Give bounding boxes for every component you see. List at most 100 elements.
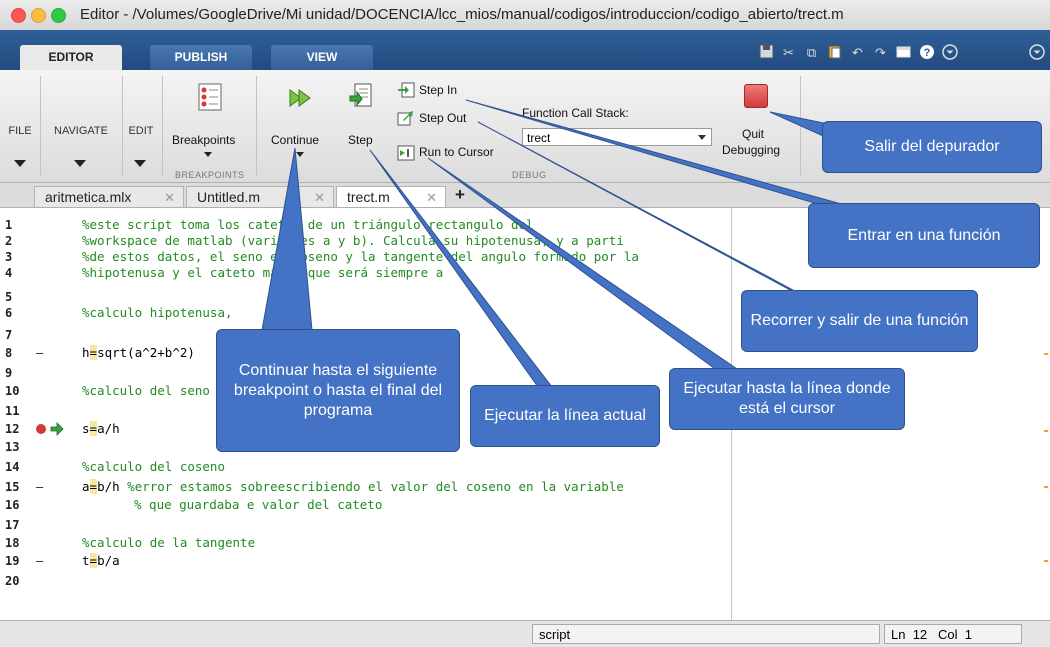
chevron-down-icon — [698, 135, 706, 140]
code-line-2[interactable]: %workspace de matlab (variables a y b). … — [82, 233, 624, 248]
analyzer-marker[interactable] — [1044, 486, 1048, 488]
line-number: 15 — [5, 480, 20, 494]
ribbon-separator — [162, 76, 163, 176]
step-out-button[interactable]: Step Out — [419, 111, 466, 125]
minimize-window-button[interactable] — [31, 8, 46, 23]
editor-tab-label: trect.m — [347, 189, 390, 205]
save-icon[interactable] — [758, 44, 775, 61]
code-line-3[interactable]: %de estos datos, el seno el coseno y la … — [82, 249, 639, 264]
code-line-18[interactable]: %calculo de la tangente — [82, 535, 255, 550]
maximize-window-button[interactable] — [51, 8, 66, 23]
line-number: 4 — [5, 266, 13, 280]
run-to-cursor-callout: Ejecutar hasta la línea donde está el cu… — [669, 368, 905, 430]
breakpoints-button[interactable]: Breakpoints — [172, 133, 235, 147]
breakpoints-icon[interactable] — [197, 82, 223, 117]
code-token: h — [82, 345, 90, 360]
minimize-toolstrip-icon[interactable] — [1028, 44, 1045, 61]
line-number: 11 — [5, 404, 20, 418]
breakpoint-icon[interactable] — [36, 424, 46, 434]
step-out-icon[interactable] — [397, 110, 415, 131]
line-number: 2 — [5, 234, 13, 248]
code-token: sqrt(a^2+b^2) — [97, 345, 195, 360]
code-token: = — [89, 421, 98, 436]
tab-publish[interactable]: PUBLISH — [150, 45, 252, 70]
function-call-stack-select[interactable]: trect — [522, 128, 712, 146]
executable-line-marker[interactable]: – — [36, 480, 43, 494]
copy-icon[interactable]: ⧉ — [803, 44, 820, 61]
switch-windows-icon[interactable] — [895, 44, 912, 61]
step-in-button[interactable]: Step In — [419, 83, 457, 97]
line-number: 12 — [5, 422, 20, 436]
line-number: 19 — [5, 554, 20, 568]
editor-tab-aritmetica[interactable]: aritmetica.mlx ✕ — [34, 186, 184, 207]
status-bar: script Ln 12 Col 1 — [0, 620, 1050, 647]
code-line-16[interactable]: % que guardaba e valor del cateto — [134, 497, 382, 512]
code-token: b/a — [97, 553, 120, 568]
close-icon[interactable]: ✕ — [426, 187, 437, 208]
code-token: b/h — [97, 479, 128, 494]
analyzer-marker[interactable] — [1044, 430, 1048, 432]
step-in-icon[interactable] — [397, 82, 415, 103]
tab-editor[interactable]: EDITOR — [20, 45, 122, 70]
code-line-19[interactable]: t=b/a — [82, 553, 120, 568]
redo-icon[interactable]: ↷ — [872, 44, 889, 61]
code-line-6[interactable]: %calculo hipotenusa, — [82, 305, 233, 320]
step-icon[interactable] — [349, 83, 373, 114]
code-token: s — [82, 421, 90, 436]
quit-debugging-icon[interactable] — [744, 84, 768, 108]
undo-icon[interactable]: ↶ — [849, 44, 866, 61]
run-to-cursor-button[interactable]: Run to Cursor — [419, 145, 494, 159]
continue-button[interactable]: Continue — [271, 133, 319, 147]
code-line-15[interactable]: a=b/h %error estamos sobreescribiendo el… — [82, 479, 624, 494]
editor-tab-untitled[interactable]: Untitled.m ✕ — [186, 186, 334, 207]
continue-icon[interactable] — [289, 88, 313, 113]
tab-view[interactable]: VIEW — [271, 45, 373, 70]
editor-tab-label: aritmetica.mlx — [45, 189, 132, 205]
function-call-stack-value: trect — [527, 131, 551, 145]
edit-menu-button[interactable] — [134, 160, 146, 167]
code-line-8[interactable]: h=sqrt(a^2+b^2) — [82, 345, 195, 360]
breakpoints-dropdown-icon[interactable] — [204, 152, 212, 157]
analyzer-marker[interactable] — [1044, 353, 1048, 355]
cut-icon[interactable]: ✂ — [780, 44, 797, 61]
run-to-cursor-icon[interactable] — [397, 145, 415, 166]
current-line-arrow-icon — [50, 422, 64, 441]
toolstrip-tabs: EDITOR PUBLISH VIEW ✂ ⧉ ↶ ↷ ? — [0, 30, 1050, 70]
status-mode: script — [532, 624, 880, 644]
navigate-group-label: NAVIGATE — [54, 125, 108, 137]
new-tab-button[interactable]: + — [455, 185, 465, 205]
code-line-10[interactable]: %calculo del seno — [82, 383, 210, 398]
title-bar: Editor - /Volumes/GoogleDrive/Mi unidad/… — [0, 0, 1050, 31]
navigate-menu-button[interactable] — [74, 160, 86, 167]
toolstrip-options-icon[interactable] — [941, 44, 958, 61]
step-button[interactable]: Step — [348, 133, 373, 147]
line-number: 3 — [5, 250, 13, 264]
executable-line-marker[interactable]: – — [36, 346, 43, 360]
code-line-14[interactable]: %calculo del coseno — [82, 459, 225, 474]
help-icon[interactable]: ? — [918, 44, 935, 61]
close-icon[interactable]: ✕ — [314, 187, 325, 208]
editor-tab-label: Untitled.m — [197, 189, 261, 205]
close-window-button[interactable] — [11, 8, 26, 23]
analyzer-marker[interactable] — [1044, 560, 1048, 562]
quit-callout: Salir del depurador — [822, 121, 1042, 173]
line-number: 10 — [5, 384, 20, 398]
code-line-4[interactable]: %hipotenusa y el cateto mayor que será s… — [82, 265, 443, 280]
executable-line-marker[interactable]: – — [36, 554, 43, 568]
code-token: a — [82, 479, 90, 494]
line-number: 20 — [5, 574, 20, 588]
quit-label-line2[interactable]: Debugging — [722, 143, 780, 157]
close-icon[interactable]: ✕ — [164, 187, 175, 208]
quit-label-line1[interactable]: Quit — [742, 127, 764, 141]
continue-dropdown-icon[interactable] — [296, 152, 304, 157]
line-number: 18 — [5, 536, 20, 550]
ribbon-separator — [122, 76, 123, 176]
editor-tab-trect[interactable]: trect.m ✕ — [336, 186, 446, 207]
file-menu-button[interactable] — [14, 160, 26, 167]
code-line-12[interactable]: s=a/h — [82, 421, 120, 436]
step-in-callout: Entrar en una función — [808, 203, 1040, 268]
line-number: 7 — [5, 328, 13, 342]
line-number: 8 — [5, 346, 13, 360]
paste-icon[interactable] — [826, 44, 843, 61]
code-line-1[interactable]: %este script toma los catetos de un triá… — [82, 217, 534, 232]
